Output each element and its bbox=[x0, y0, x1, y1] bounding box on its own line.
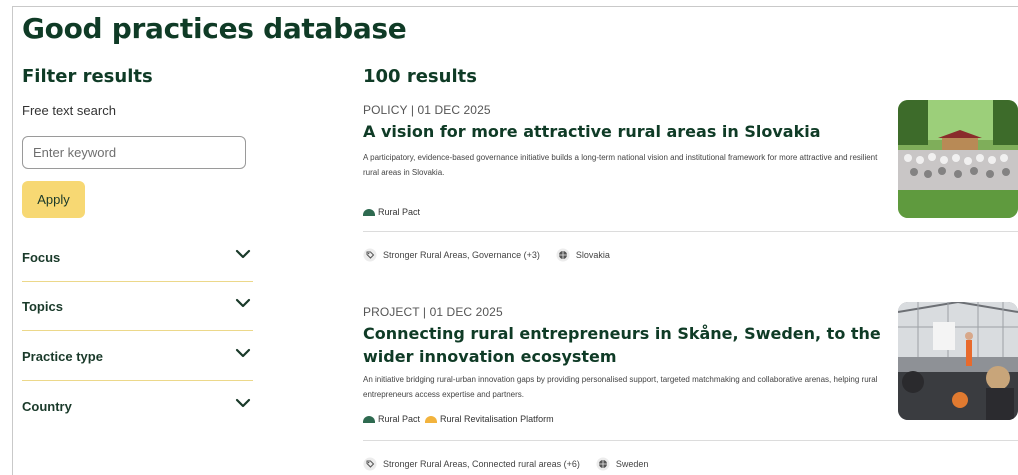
tag-label: Rural Revitalisation Platform bbox=[440, 414, 554, 424]
results-count: 100 results bbox=[363, 66, 477, 87]
result-card: POLICY | 01 DEC 2025 A vision for more a… bbox=[363, 100, 1018, 268]
page-title: Good practices database bbox=[22, 12, 407, 45]
facet-practice-type[interactable]: Practice type bbox=[22, 331, 253, 381]
chevron-down-icon[interactable] bbox=[235, 395, 251, 411]
card-divider bbox=[363, 440, 1018, 441]
tag-icon bbox=[363, 248, 377, 262]
facet-country[interactable]: Country bbox=[22, 381, 253, 431]
card-topics: Stronger Rural Areas, Connected rural ar… bbox=[383, 459, 580, 469]
group-photo-image bbox=[898, 100, 1018, 218]
tag-rural-revitalisation-platform: Rural Revitalisation Platform bbox=[425, 414, 554, 424]
apply-button[interactable]: Apply bbox=[22, 181, 85, 218]
keyword-search-input[interactable] bbox=[22, 136, 246, 169]
tag-rural-pact: Rural Pact bbox=[363, 414, 420, 424]
tag-dot-icon bbox=[363, 415, 375, 423]
card-tags: Rural Pact bbox=[363, 207, 420, 217]
facet-focus[interactable]: Focus bbox=[22, 232, 253, 282]
card-footer: Stronger Rural Areas, Governance (+3) Sl… bbox=[363, 248, 610, 262]
tag-label: Rural Pact bbox=[378, 414, 421, 424]
chevron-down-icon[interactable] bbox=[235, 345, 251, 361]
tag-dot-icon bbox=[363, 208, 375, 216]
card-title-link[interactable]: Connecting rural entrepreneurs in Skåne,… bbox=[363, 322, 883, 368]
card-thumbnail[interactable] bbox=[898, 302, 1018, 420]
tag-rural-pact: Rural Pact bbox=[363, 207, 420, 217]
tag-label: Rural Pact bbox=[378, 207, 421, 217]
card-tags: Rural Pact Rural Revitalisation Platform bbox=[363, 414, 554, 424]
facet-label: Focus bbox=[22, 250, 61, 265]
search-label: Free text search bbox=[22, 103, 116, 118]
facet-topics[interactable]: Topics bbox=[22, 281, 253, 331]
card-divider bbox=[363, 231, 1018, 232]
globe-icon bbox=[556, 248, 570, 262]
card-topics: Stronger Rural Areas, Governance (+3) bbox=[383, 250, 540, 260]
chevron-down-icon[interactable] bbox=[235, 246, 251, 262]
filters-title: Filter results bbox=[22, 66, 153, 87]
card-country: Slovakia bbox=[575, 250, 610, 260]
card-title-link[interactable]: A vision for more attractive rural areas… bbox=[363, 120, 883, 143]
card-country: Sweden bbox=[615, 459, 649, 469]
card-thumbnail[interactable] bbox=[898, 100, 1018, 218]
facet-label: Country bbox=[22, 399, 72, 414]
facet-label: Topics bbox=[22, 299, 63, 314]
chevron-down-icon[interactable] bbox=[235, 295, 251, 311]
globe-icon bbox=[596, 457, 610, 471]
card-description: A participatory, evidence-based governan… bbox=[363, 153, 878, 177]
card-meta: PROJECT | 01 DEC 2025 bbox=[363, 305, 503, 319]
result-card: PROJECT | 01 DEC 2025 Connecting rural e… bbox=[363, 302, 1018, 475]
facet-label: Practice type bbox=[22, 349, 103, 364]
card-meta: POLICY | 01 DEC 2025 bbox=[363, 103, 491, 117]
card-description: An initiative bridging rural-urban innov… bbox=[363, 375, 878, 399]
workshop-photo-image bbox=[898, 302, 1018, 420]
tag-dot-icon bbox=[425, 415, 438, 423]
card-footer: Stronger Rural Areas, Connected rural ar… bbox=[363, 457, 648, 471]
tag-icon bbox=[363, 457, 377, 471]
